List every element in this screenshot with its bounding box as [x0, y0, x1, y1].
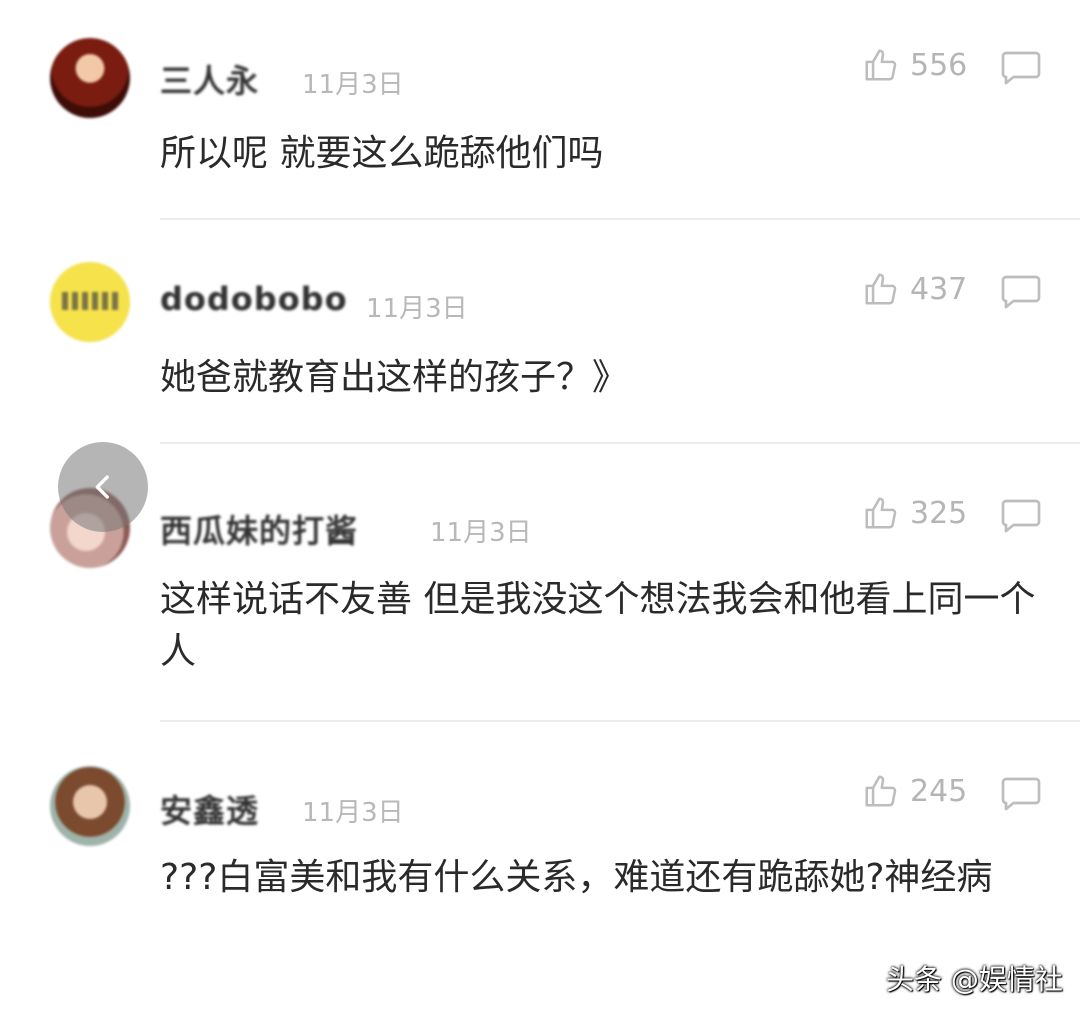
like-button[interactable]: 245	[862, 772, 967, 810]
comment-date: 11月3日	[302, 70, 404, 100]
thumbs-up-icon	[865, 497, 897, 529]
divider	[160, 218, 1080, 220]
comment-date: 11月3日	[366, 294, 468, 324]
like-button[interactable]: 556	[862, 46, 967, 84]
avatar[interactable]	[50, 262, 130, 342]
like-button[interactable]: 437	[862, 270, 967, 308]
comment-bubble-icon[interactable]	[1000, 50, 1042, 86]
comment-bubble-icon[interactable]	[1000, 776, 1042, 812]
comment-bubble-icon[interactable]	[1000, 498, 1042, 534]
comment-date: 11月3日	[430, 518, 532, 548]
like-count: 437	[910, 271, 968, 307]
thumbs-up-icon	[865, 49, 897, 81]
divider	[160, 720, 1080, 722]
comment-bubble-icon[interactable]	[1000, 274, 1042, 310]
like-count: 325	[910, 495, 968, 531]
divider	[160, 442, 1080, 444]
avatar[interactable]	[50, 766, 130, 846]
comment-text: 她爸就教育出这样的孩子？》	[160, 357, 629, 398]
back-button[interactable]	[58, 442, 148, 532]
comment-date: 11月3日	[302, 798, 404, 828]
avatar[interactable]	[50, 38, 130, 118]
thumbs-up-icon	[865, 273, 897, 305]
like-count: 245	[910, 773, 968, 809]
like-button[interactable]: 325	[862, 494, 967, 532]
comment-username[interactable]: 西瓜妹的打酱	[160, 506, 358, 552]
like-count: 556	[910, 47, 968, 83]
watermark: 头条 @娱情社	[886, 963, 1063, 996]
comment-text: ???白富美和我有什么关系，难道还有跪舔她?神经病	[160, 857, 993, 898]
comment-username[interactable]: 安鑫透	[160, 786, 259, 832]
comment-text: 这样说话不友善 但是我没这个想法我会和他看上同一个人	[160, 579, 1036, 672]
comment-username[interactable]: 三人永	[160, 56, 259, 102]
thumbs-up-icon	[865, 775, 897, 807]
comment-username[interactable]: dodobobo	[160, 280, 348, 318]
chevron-left-icon	[95, 475, 109, 499]
comment-text: 所以呢 就要这么跪舔他们吗	[160, 133, 604, 174]
